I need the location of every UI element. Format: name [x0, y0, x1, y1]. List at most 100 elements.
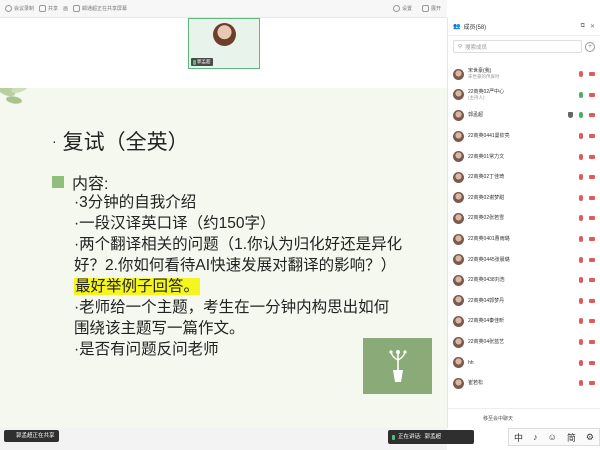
avatar — [453, 233, 464, 245]
avatar — [453, 336, 464, 348]
mic-icon — [392, 434, 395, 440]
member-name: 22商英01常力文 — [468, 153, 505, 160]
meeting-toolbar: 会议录制 共享 画 邮通超正在共享屏幕 设置 展开 — [0, 0, 447, 18]
mic-icon[interactable] — [579, 112, 583, 119]
mic-icon[interactable] — [579, 215, 583, 222]
avatar — [453, 130, 464, 142]
member-subtitle: 宋世豪的传屏时 — [468, 74, 500, 80]
member-row[interactable]: 22商英04秦佳昕 — [448, 311, 600, 332]
avatar — [453, 192, 464, 204]
camera-off-icon[interactable] — [589, 257, 595, 262]
share-status-badge[interactable]: 郭孟超正在共享 — [4, 430, 59, 442]
video-tile[interactable]: 郭孟超 — [188, 18, 260, 69]
member-row[interactable]: 22商英0445张晨璐 — [448, 249, 600, 270]
mic-icon[interactable] — [579, 71, 583, 78]
list-item: ·一段汉译英口译（约150字） — [74, 215, 276, 232]
mic-icon[interactable] — [579, 277, 583, 284]
gear-icon — [392, 5, 400, 12]
content-heading: 内容: — [52, 170, 108, 194]
camera-off-icon[interactable] — [589, 154, 595, 159]
ime-chinese-toggle[interactable]: 中 — [514, 431, 523, 444]
mic-icon[interactable] — [579, 91, 583, 98]
highlighted-text: 最好举例子回答。 — [74, 278, 201, 295]
camera-off-icon[interactable] — [589, 216, 595, 221]
member-row[interactable]: 22商英0438刘浩 — [448, 270, 600, 291]
mic-icon[interactable] — [579, 153, 583, 160]
camera-off-icon[interactable] — [589, 340, 595, 345]
camera-off-icon[interactable] — [589, 381, 595, 386]
member-row[interactable]: 22商英01常力文 — [448, 146, 600, 167]
member-row[interactable]: 22商英02丁佳琦 — [448, 167, 600, 188]
camera-off-icon[interactable] — [589, 92, 595, 97]
list-item: ·是否有问题反问老师 — [74, 341, 219, 358]
member-row[interactable]: hh — [448, 352, 600, 373]
mic-icon[interactable] — [579, 318, 583, 325]
avatar — [453, 89, 464, 101]
mic-icon[interactable] — [579, 194, 583, 201]
settings-button[interactable]: 设置 — [392, 5, 412, 12]
video-strip: 郭孟超 — [0, 18, 447, 88]
camera-off-icon[interactable] — [589, 72, 595, 77]
camera-off-icon[interactable] — [589, 175, 595, 180]
ime-toolbar: 中 ♪ ☺ 简 ⚙ — [508, 428, 600, 446]
member-row[interactable]: 22商英04张蓝艺 — [448, 332, 600, 353]
mic-icon[interactable] — [579, 174, 583, 181]
list-item: ·3分钟的自我介绍 — [74, 194, 197, 211]
screen-icon — [8, 433, 14, 439]
member-name: hh — [468, 359, 474, 366]
ime-emoji-icon[interactable]: ☺ — [548, 432, 557, 442]
avatar — [453, 151, 464, 163]
member-name: 22商英0401曹雨璐 — [468, 236, 510, 243]
camera-off-icon[interactable] — [589, 113, 595, 118]
member-list: 宋世豪(我) 宋世豪的传屏时 22商英02严中心 (主持人) 郭孟超 22商英0441曼钦… — [448, 64, 600, 394]
camera-off-icon[interactable] — [589, 360, 595, 365]
camera-off-icon[interactable] — [589, 195, 595, 200]
expand-button[interactable]: 展开 — [421, 5, 441, 12]
mic-icon[interactable] — [579, 359, 583, 366]
mic-icon[interactable] — [579, 380, 583, 387]
member-search-input[interactable]: ⚲ 搜索成员 — [453, 40, 582, 53]
member-row[interactable]: 22商英04郭梦丹 — [448, 291, 600, 312]
members-panel: 👥 成员(58) ⧉ ✕ ⚲ 搜索成员 + 宋世豪(我) 宋世豪的传屏时 22商英0… — [447, 18, 600, 428]
avatar — [453, 68, 464, 80]
bottom-bar: 郭孟超正在共享 正在讲话: 郭孟超 — [0, 428, 474, 450]
ime-settings-icon[interactable]: ⚙ — [586, 432, 594, 443]
share-button[interactable]: 共享 — [39, 5, 58, 12]
member-row[interactable]: 郭孟超 — [448, 105, 600, 126]
record-button[interactable]: 会议录制 — [5, 5, 34, 12]
member-row[interactable]: 崔若松 — [448, 373, 600, 394]
camera-off-icon[interactable] — [589, 134, 595, 139]
member-row[interactable]: 22商英02张若雪 — [448, 208, 600, 229]
member-name: 郭孟超 — [468, 112, 484, 119]
move-to-chat[interactable]: 移至会中聊天 — [448, 408, 600, 428]
add-member-icon[interactable]: + — [585, 41, 595, 52]
avatar — [453, 254, 464, 266]
members-title: 成员(58) — [463, 25, 487, 31]
camera-off-icon[interactable] — [589, 298, 595, 303]
member-row[interactable]: 22商英02谢梦甜 — [448, 188, 600, 209]
mic-icon[interactable] — [579, 339, 583, 346]
mic-icon[interactable] — [579, 256, 583, 263]
member-row[interactable]: 22商英0441曼钦亮 — [448, 126, 600, 147]
avatar — [453, 295, 464, 307]
member-row[interactable]: 宋世豪(我) 宋世豪的传屏时 — [448, 64, 600, 85]
avatar — [453, 357, 464, 369]
mic-icon — [193, 59, 196, 65]
search-icon: ⚲ — [458, 43, 463, 50]
avatar — [453, 109, 464, 121]
ime-simplified-toggle[interactable]: 简 — [567, 431, 576, 444]
camera-off-icon[interactable] — [589, 278, 595, 283]
popout-icon[interactable]: ⧉ — [581, 23, 585, 30]
camera-off-icon[interactable] — [589, 319, 595, 324]
mic-icon[interactable] — [579, 133, 583, 140]
camera-off-icon[interactable] — [589, 237, 595, 242]
mic-icon[interactable] — [579, 236, 583, 243]
annotate-button[interactable]: 画 — [63, 5, 68, 12]
mic-icon[interactable] — [579, 297, 583, 304]
participant-avatar — [213, 23, 236, 46]
close-icon[interactable]: ✕ — [590, 23, 595, 30]
ime-voice-icon[interactable]: ♪ — [533, 432, 538, 442]
member-name: 22商英0445张晨璐 — [468, 256, 510, 263]
member-row[interactable]: 22商英02严中心 (主持人) — [448, 85, 600, 106]
member-row[interactable]: 22商英0401曹雨璐 — [448, 229, 600, 250]
